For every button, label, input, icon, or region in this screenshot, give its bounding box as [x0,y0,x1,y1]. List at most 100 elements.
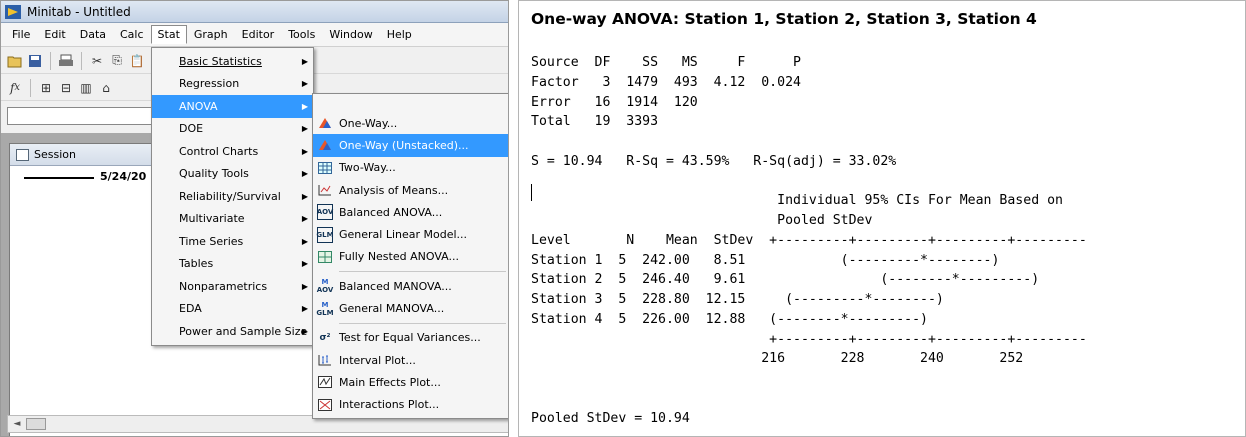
stat-menu-item-nonparametrics[interactable]: Nonparametrics ▶ [152,275,313,298]
stat-menu-item-doe[interactable]: DOE ▶ [152,118,313,141]
stat-menu-item-reliability-survival[interactable]: Reliability/Survival ▶ [152,185,313,208]
submenu-arrow-icon: ▶ [301,169,308,179]
stat-menu-item-regression[interactable]: Regression ▶ [152,73,313,96]
menu-tools[interactable]: Tools [281,25,322,44]
output-title: One-way ANOVA: Station 1, Station 2, Sta… [531,10,1037,28]
analysis-of-means-icon [317,182,333,198]
menu-editor[interactable]: Editor [235,25,282,44]
toolbar-separator [50,51,51,70]
anova-item-one-way-unstacked[interactable]: One-Way (Unstacked)... [313,134,508,157]
stat-menu-item-control-charts[interactable]: Control Charts ▶ [152,140,313,163]
anova-item-two-way[interactable]: Two-Way... [313,157,508,179]
anova-item-balanced-anova[interactable]: AOV Balanced ANOVA... [313,201,508,223]
lock-icon[interactable]: ⌂ [98,80,114,96]
menu-stat[interactable]: Stat [150,25,187,44]
menu-calc[interactable]: Calc [113,25,151,44]
submenu-arrow-icon: ▶ [301,79,308,89]
anova-item-one-way[interactable]: One-Way... [313,112,508,134]
session-output-panel: One-way ANOVA: Station 1, Station 2, Sta… [518,0,1246,437]
stat-menu-item-time-series[interactable]: Time Series ▶ [152,230,313,253]
scroll-left-icon[interactable]: ◄ [10,418,24,430]
output-line: Pooled StDev = 10.94 [531,410,690,426]
window-title: Minitab - Untitled [27,4,131,19]
anova-item-test-for-equal-variances[interactable]: σ² Test for Equal Variances... [313,327,508,349]
output-line: Total 19 3393 [531,114,659,130]
anova-item-main-effects-plot[interactable]: Main Effects Plot... [313,371,508,393]
stat-menu-item-basic-statistics[interactable]: Basic Statistics ▶ [152,50,313,73]
anova-item-interval-plot[interactable]: Interval Plot... [313,349,508,371]
anova-item-analysis-of-means[interactable]: Analysis of Means... [313,179,508,201]
menu-graph[interactable]: Graph [187,25,235,44]
output-line: Factor 3 1479 493 4.12 0.024 [531,74,801,90]
paste-icon[interactable]: 📋 [129,53,145,69]
interval-plot-icon [317,352,333,368]
session-date: 5/24/20 [100,170,147,183]
stat-menu-item-power-and-sample-size[interactable]: Power and Sample Size ▶ [152,320,313,343]
menu-separator [339,271,506,273]
one-way-unstacked-icon [317,137,333,153]
stat-menu-item-quality-tools[interactable]: Quality Tools ▶ [152,163,313,186]
output-line: +---------+---------+---------+--------- [531,331,1087,347]
anova-item-general-manova[interactable]: M GLM General MANOVA... [313,297,508,319]
menu-separator [339,322,506,324]
anova-item-fully-nested-anova[interactable]: Fully Nested ANOVA... [313,246,508,268]
insert-columns-icon[interactable]: ⊟ [58,80,74,96]
submenu-arrow-icon: ▶ [301,146,308,156]
chart-icon[interactable]: ▥ [78,80,94,96]
print-icon[interactable] [58,53,74,69]
toolbar-separator [30,78,31,97]
nested-icon [317,249,333,265]
output-line: Station 2 5 246.40 9.61 (--------*------… [531,272,1040,288]
menu-edit[interactable]: Edit [37,25,72,44]
anova-item-interactions-plot[interactable]: Interactions Plot... [313,394,508,416]
save-icon[interactable] [27,53,43,69]
output-line: Station 3 5 228.80 12.15 (---------*----… [531,292,944,307]
equal-variances-icon: σ² [319,332,331,343]
submenu-arrow-icon: ▶ [301,236,308,246]
menu-help[interactable]: Help [380,25,419,44]
submenu-arrow-icon: ▶ [301,281,308,291]
submenu-arrow-icon: ▶ [301,191,308,201]
anova-output-text: Source DF SS MS F P Factor 3 1479 493 4.1… [531,53,1087,428]
one-way-icon [317,115,333,131]
minitab-window: Minitab - Untitled File Edit Data Calc S… [0,0,509,437]
function-icon[interactable]: fx [7,80,23,96]
submenu-arrow-icon: ▶ [301,259,308,269]
output-line: S = 10.94 R-Sq = 43.59% R-Sq(adj) = 33.0… [531,153,897,169]
insert-rows-icon[interactable]: ⊞ [38,80,54,96]
text-cursor [531,184,532,201]
session-icon [16,148,29,161]
submenu-arrow-icon: ▶ [301,326,308,336]
session-rule [24,177,94,179]
scroll-thumb[interactable] [26,418,46,430]
output-line: Source DF SS MS F P [531,55,801,70]
submenu-arrow-icon: ▶ [301,124,308,134]
aov-icon: AOV [317,204,333,221]
copy-icon[interactable]: ⎘ [109,53,125,69]
stat-menu-item-eda[interactable]: EDA ▶ [152,298,313,321]
interactions-icon [317,397,333,413]
output-line: Error 16 1914 120 [531,94,698,110]
menu-file[interactable]: File [5,25,37,44]
stat-menu-item-multivariate[interactable]: Multivariate ▶ [152,208,313,231]
command-input[interactable] [7,107,167,125]
title-bar: Minitab - Untitled [1,1,508,23]
open-file-icon[interactable] [7,53,23,69]
stat-menu: Basic Statistics ▶ Regression ▶ ANOVA ▶ DOE… [151,47,314,346]
anova-item-balanced-manova[interactable]: M AOV Balanced MANOVA... [313,275,508,297]
stat-menu-item-tables[interactable]: Tables ▶ [152,253,313,276]
submenu-arrow-icon: ▶ [301,56,308,66]
anova-item-general-linear-model[interactable]: GLM General Linear Model... [313,223,508,245]
output-line: 216 228 240 252 [531,351,1024,367]
stat-menu-item-anova[interactable]: ANOVA ▶ [152,95,313,118]
menu-bar: File Edit Data Calc Stat Graph Editor To… [1,23,508,47]
manova-aov-icon: M AOV [316,278,334,295]
two-way-icon [317,160,333,176]
menu-data[interactable]: Data [73,25,113,44]
submenu-spacer [313,96,508,112]
cut-icon[interactable]: ✂ [89,53,105,69]
menu-window[interactable]: Window [322,25,379,44]
